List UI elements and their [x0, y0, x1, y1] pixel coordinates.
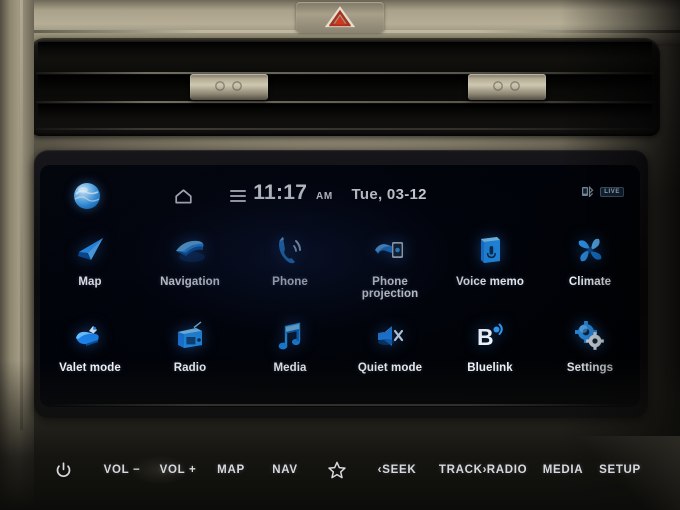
phone-handset-icon [270, 231, 310, 269]
favorites-button[interactable] [322, 455, 352, 485]
music-note-icon [270, 317, 310, 355]
vent-toggle-right[interactable] [468, 74, 546, 100]
app-navigation[interactable]: Navigation [140, 225, 240, 311]
voice-memo-icon [470, 231, 510, 269]
media-button[interactable]: MEDIA [536, 455, 590, 485]
vent-toggle-grip-icon [493, 81, 520, 91]
bluelink-b-icon: B [470, 317, 510, 355]
status-bar: 11:17 AM Tue, 03-12 LIVE [40, 165, 640, 219]
setup-button[interactable]: SETUP [592, 455, 648, 485]
phone-projection-icon [370, 231, 410, 269]
hazard-triangle-icon [325, 6, 355, 28]
vent-toggle-grip-icon [215, 81, 242, 91]
map-arrow-icon [70, 231, 110, 269]
app-phone[interactable]: Phone [240, 225, 340, 311]
hazard-warning-button[interactable] [296, 2, 384, 32]
app-label: Navigation [160, 276, 220, 288]
star-icon [328, 461, 346, 479]
app-label: Map [78, 276, 102, 288]
clock: 11:17 AM Tue, 03-12 [40, 181, 640, 205]
map-button[interactable]: MAP [206, 455, 256, 485]
car-dashboard: 11:17 AM Tue, 03-12 LIVE [0, 0, 680, 510]
quiet-mode-speaker-icon [370, 317, 410, 355]
radio-icon [170, 317, 210, 355]
power-button[interactable] [50, 455, 76, 485]
app-label-line1: Phone [372, 276, 408, 288]
clock-time: 11:17 [253, 181, 308, 204]
app-label: Phone projection [362, 276, 419, 300]
volume-up-button[interactable]: VOL + [152, 455, 204, 485]
app-label: Phone [272, 276, 308, 288]
clock-date: Tue, 03-12 [351, 186, 427, 203]
nav-button[interactable]: NAV [260, 455, 310, 485]
app-row: Map Navigation Phone Phone projection Vo… [40, 225, 640, 311]
app-map[interactable]: Map [40, 225, 140, 311]
app-label-line2: projection [361, 288, 419, 300]
vent-toggle-left[interactable] [190, 74, 268, 100]
app-label: Voice memo [456, 276, 524, 288]
radio-button[interactable]: RADIO [480, 455, 534, 485]
power-icon [56, 461, 70, 477]
clock-ampm: AM [316, 191, 333, 202]
app-phone-projection[interactable]: Phone projection [340, 225, 440, 311]
svg-text:B: B [477, 324, 494, 350]
app-voice-memo[interactable]: Voice memo [440, 225, 540, 311]
hardware-button-row: VOL − VOL + MAP NAV ‹SEEK TRACK› RADIO M… [0, 453, 680, 497]
volume-down-button[interactable]: VOL − [96, 455, 148, 485]
navigation-layer-icon [170, 231, 210, 269]
valet-hand-key-icon [70, 317, 110, 355]
seek-button[interactable]: ‹SEEK [366, 455, 428, 485]
